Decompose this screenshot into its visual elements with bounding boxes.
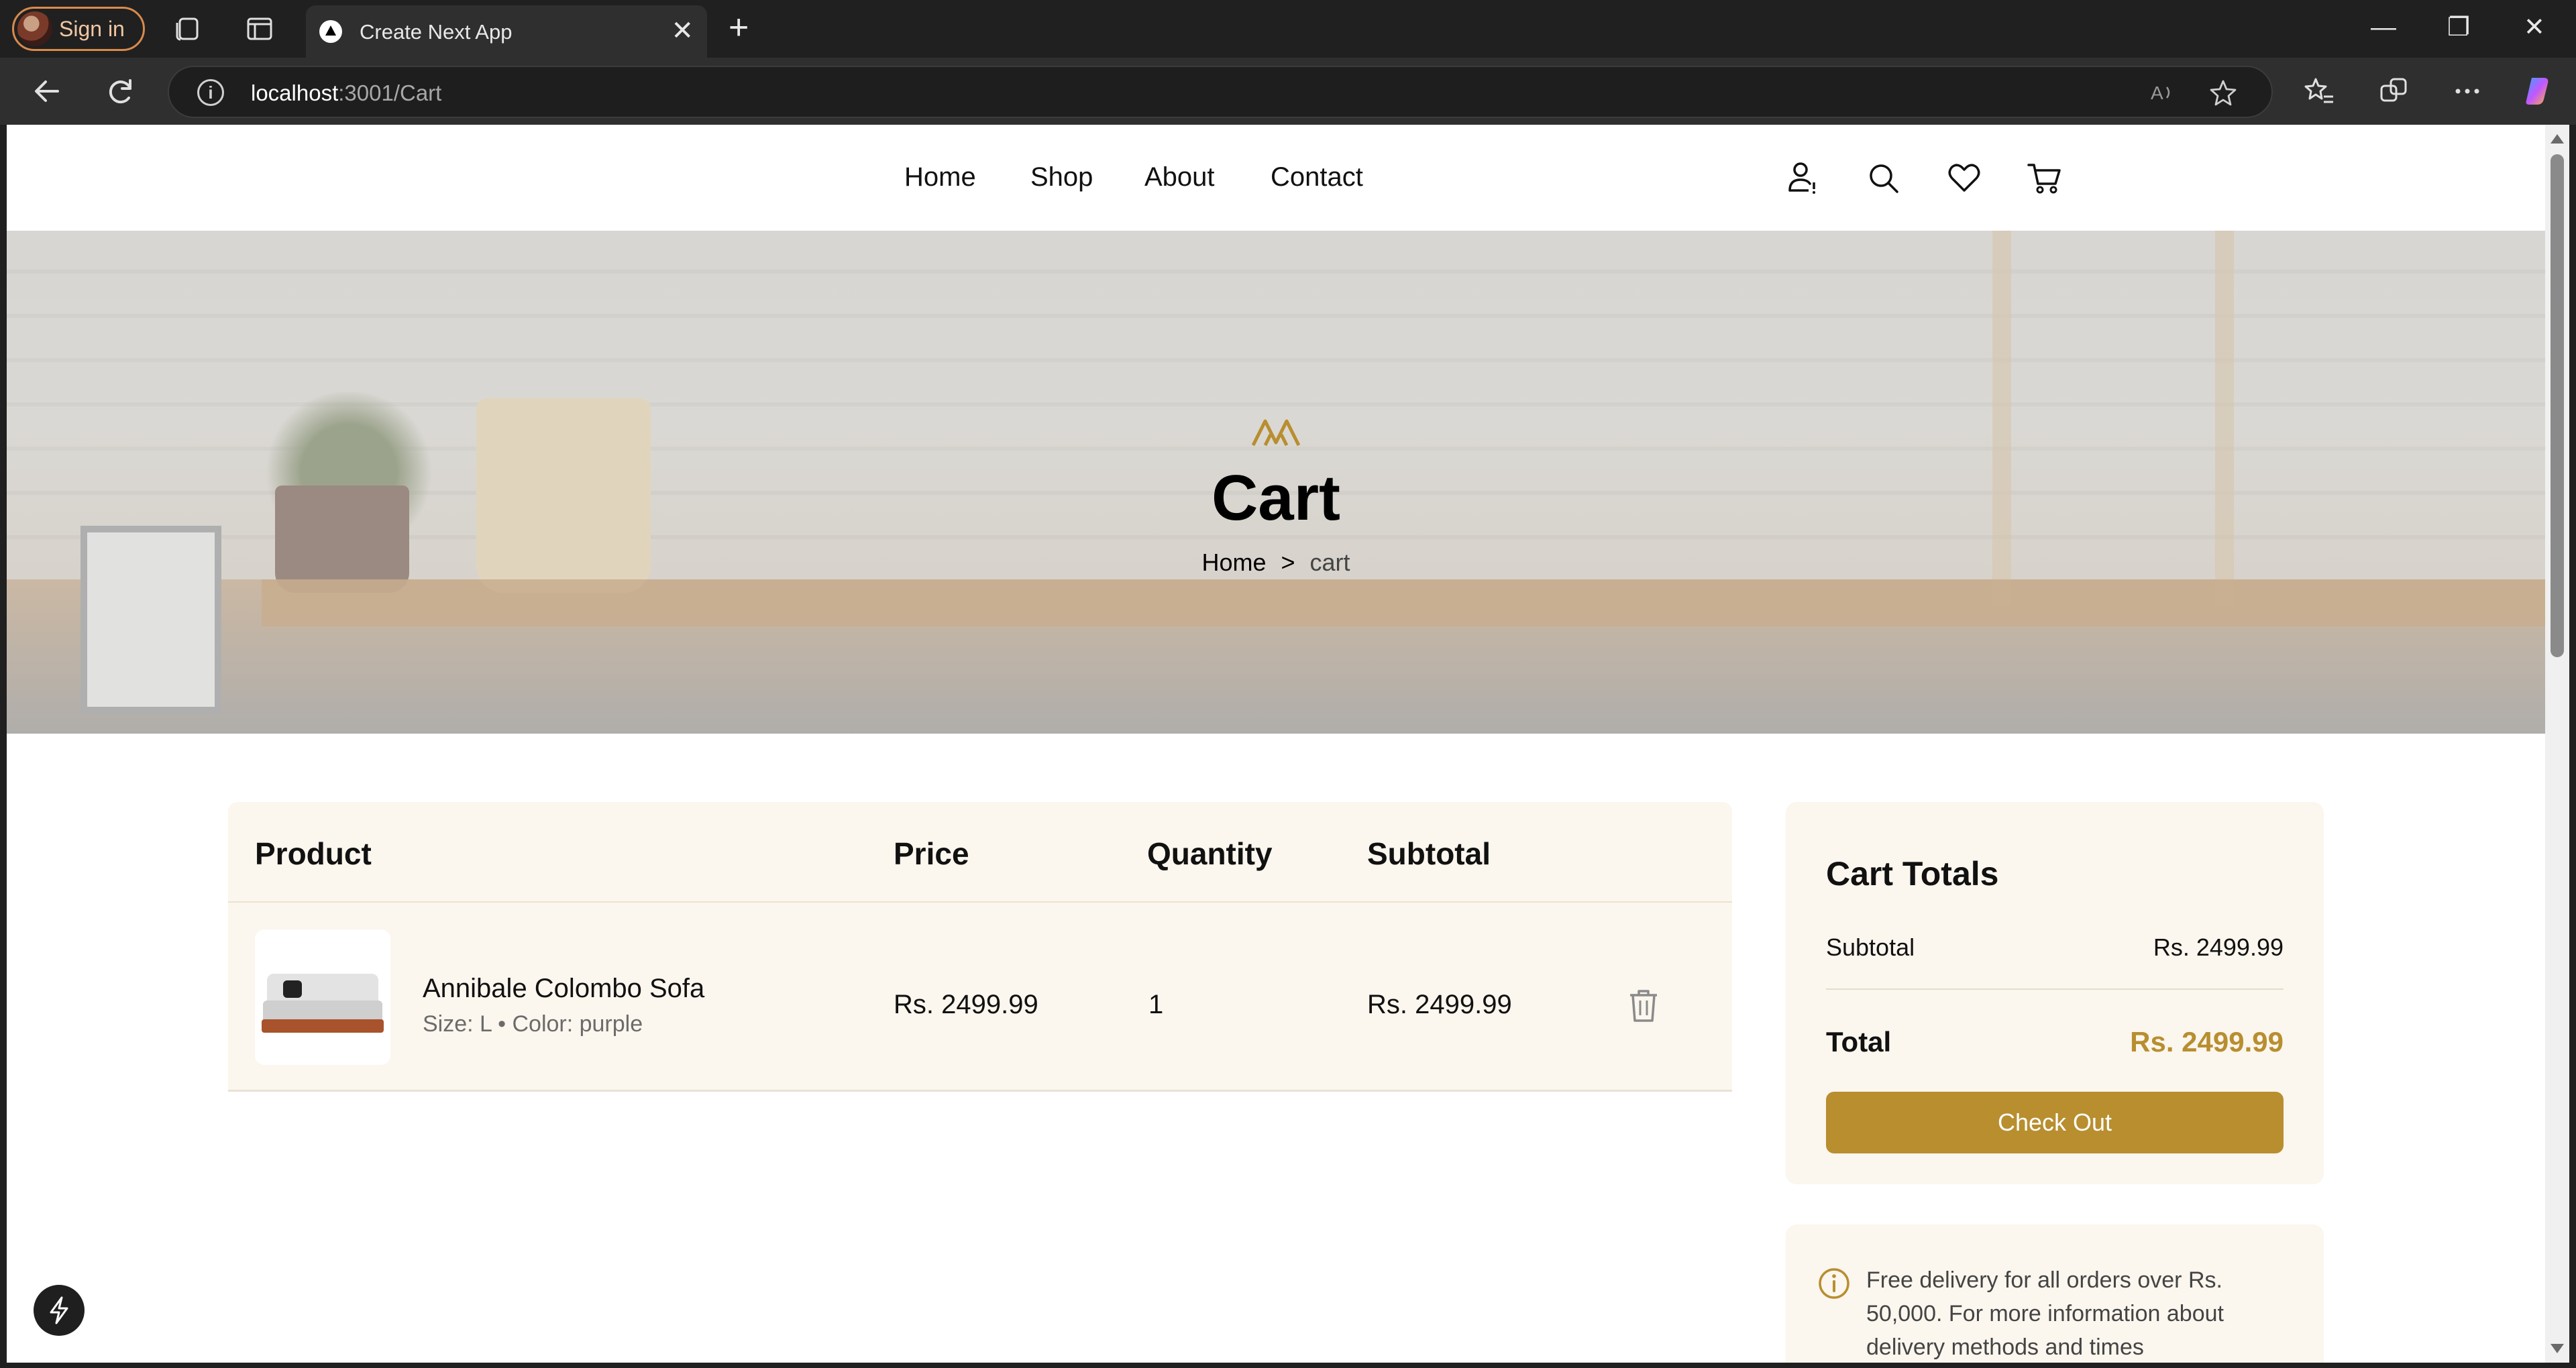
back-arrow-icon[interactable] [28,72,66,110]
page-title: Cart [1211,462,1341,534]
nav-home[interactable]: Home [904,162,976,192]
url-path: :3001/Cart [338,80,442,105]
product-image[interactable] [255,929,390,1065]
more-menu-icon[interactable] [2450,74,2485,109]
url-host: localhost [251,80,339,105]
delivery-notice: Free delivery for all orders over Rs. 50… [1786,1224,2324,1363]
browser-titlebar: Sign in Create Next App ✕ + — ❐ ✕ [0,0,2576,58]
totals-total-label: Total [1826,1026,1892,1058]
refresh-icon[interactable] [102,72,140,110]
product-name[interactable]: Annibale Colombo Sofa [423,974,704,1004]
minimize-button[interactable]: — [2371,12,2396,43]
totals-subtotal-label: Subtotal [1826,933,1915,961]
address-bar[interactable]: i localhost:3001/Cart A [168,66,2273,118]
column-price: Price [894,836,969,871]
product-variant: Size: L • Color: purple [423,1011,643,1037]
scroll-up-icon[interactable] [2551,134,2564,144]
nav-about[interactable]: About [1144,162,1215,192]
sign-in-label: Sign in [59,16,125,41]
avatar [17,11,52,46]
account-alert-icon[interactable] [1783,158,1823,198]
product-subtotal: Rs. 2499.99 [1367,990,1512,1019]
scrollbar-thumb[interactable] [2551,154,2564,657]
scroll-down-icon[interactable] [2551,1344,2564,1353]
column-product: Product [255,836,372,871]
info-icon [1819,1268,1849,1299]
page-viewport: Home Shop About Contact Cart Home > cart P… [7,125,2545,1363]
cart-totals-panel: Cart Totals Subtotal Rs. 2499.99 Total R… [1786,802,2324,1184]
collections-icon[interactable] [2376,74,2411,109]
browser-toolbar: i localhost:3001/Cart A [0,58,2576,125]
breadcrumb-separator: > [1281,549,1295,576]
tab-title: Create Next App [360,20,513,44]
column-subtotal: Subtotal [1367,836,1491,871]
dev-tools-button[interactable] [34,1285,85,1336]
table-row: Annibale Colombo Sofa Size: L • Color: p… [228,903,1732,1092]
search-icon[interactable] [1864,158,1904,198]
sign-in-button[interactable]: Sign in [12,7,145,51]
url-text[interactable]: localhost:3001/Cart [251,80,441,106]
tab-active[interactable]: Create Next App ✕ [306,5,707,58]
trash-icon[interactable] [1626,987,1661,1025]
favorites-icon[interactable] [2302,74,2337,109]
cart-table: Product Price Quantity Subtotal Annibale… [228,802,1732,1092]
column-quantity: Quantity [1147,836,1273,871]
brand-logo-icon [1251,419,1301,447]
site-header: Home Shop About Contact [7,125,2545,231]
breadcrumb: Home > cart [7,549,2545,577]
cart-icon[interactable] [2025,158,2065,198]
page-scrollbar[interactable] [2545,125,2569,1363]
totals-subtotal-value: Rs. 2499.99 [2153,933,2284,961]
nav-contact[interactable]: Contact [1271,162,1363,192]
delivery-notice-text: Free delivery for all orders over Rs. 50… [1866,1267,2224,1360]
favorite-star-icon[interactable] [2208,78,2238,107]
product-quantity: 1 [1148,990,1164,1019]
tab-actions-icon[interactable] [244,13,275,44]
divider [1826,988,2284,990]
cart-totals-title: Cart Totals [1826,855,1999,893]
product-price: Rs. 2499.99 [894,990,1038,1019]
copilot-icon[interactable] [2521,74,2556,109]
lightning-icon [50,1296,68,1324]
site-info-icon[interactable]: i [197,79,224,106]
cart-table-header: Product Price Quantity Subtotal [228,802,1732,903]
hero-banner: Cart Home > cart [7,231,2545,734]
restore-button[interactable]: ❐ [2447,12,2470,43]
tab-close-icon[interactable]: ✕ [671,17,694,44]
totals-total-value: Rs. 2499.99 [2130,1026,2284,1058]
new-tab-button[interactable]: + [729,10,749,45]
nav-shop[interactable]: Shop [1030,162,1093,192]
breadcrumb-current: cart [1309,549,1350,576]
breadcrumb-home[interactable]: Home [1201,549,1266,576]
checkout-button[interactable]: Check Out [1826,1092,2284,1153]
heart-icon[interactable] [1944,158,1984,198]
workspaces-icon[interactable] [173,13,204,44]
close-window-button[interactable]: ✕ [2524,12,2545,43]
svg-text:A: A [2151,82,2163,103]
read-aloud-icon[interactable]: A [2147,78,2176,107]
nextjs-favicon-icon [319,20,342,43]
